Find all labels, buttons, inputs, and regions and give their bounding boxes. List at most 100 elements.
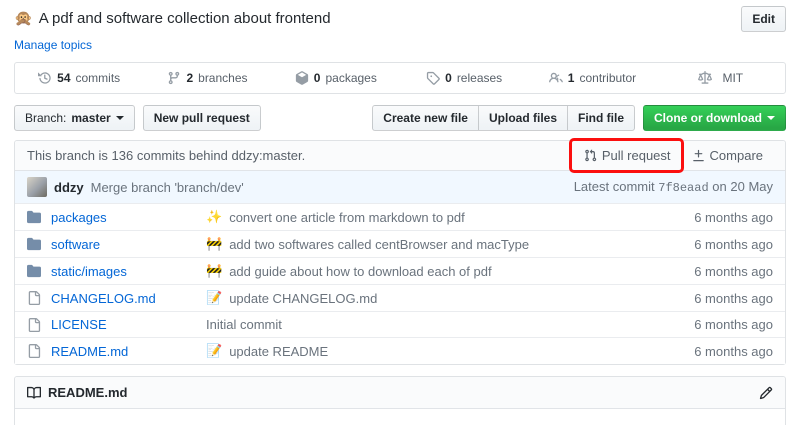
folder-icon	[27, 264, 51, 278]
sparkles-emoji-icon: ✨	[206, 209, 222, 225]
stat-packages[interactable]: 0 packages	[272, 63, 400, 93]
file-age: 6 months ago	[653, 210, 773, 225]
new-pull-request-button[interactable]: New pull request	[143, 105, 261, 131]
file-row: software 🚧 add two softwares called cent…	[15, 230, 785, 257]
caret-down-icon	[116, 116, 124, 124]
repo-page: 🙊 A pdf and software collection about fr…	[0, 0, 800, 425]
toolbar-right: Create new file Upload files Find file C…	[372, 105, 786, 131]
file-commit-message-link[interactable]: add guide about how to download each of …	[229, 264, 491, 279]
stat-contributors[interactable]: 1 contributor	[528, 63, 656, 93]
stat-releases[interactable]: 0 releases	[400, 63, 528, 93]
repo-stats-bar: 54 commits 2 branches 0 packages 0 relea…	[14, 62, 786, 94]
pull-request-link[interactable]: Pull request	[574, 148, 681, 163]
construction-emoji-icon: 🚧	[206, 236, 222, 252]
readme-header: README.md	[15, 377, 785, 409]
latest-commit-meta: Latest commit 7f8eaad on 20 May	[574, 179, 773, 195]
stat-label: contributor	[579, 71, 636, 85]
clone-or-download-label: Clone or download	[654, 109, 762, 127]
find-file-button[interactable]: Find file	[567, 105, 635, 131]
stat-label: packages	[325, 71, 376, 85]
file-commit-message-link[interactable]: convert one article from markdown to pdf	[229, 210, 465, 225]
file-name-link[interactable]: packages	[51, 210, 107, 225]
file-actions-group: Create new file Upload files Find file	[372, 105, 635, 131]
stat-label: commits	[76, 71, 121, 85]
repo-header: 🙊 A pdf and software collection about fr…	[14, 6, 786, 32]
construction-emoji-icon: 🚧	[206, 263, 222, 279]
file-commit-message-link[interactable]: update README	[229, 344, 328, 359]
file-commit-message: Initial commit	[206, 317, 282, 332]
file-age: 6 months ago	[653, 291, 773, 306]
file-row: packages ✨ convert one article from mark…	[15, 203, 785, 230]
file-name-link[interactable]: LICENSE	[51, 317, 107, 332]
people-icon	[549, 71, 563, 85]
git-pull-request-icon	[584, 149, 597, 162]
file-icon	[27, 344, 51, 358]
repo-description-text: A pdf and software collection about fron…	[39, 10, 331, 27]
manage-topics-link[interactable]: Manage topics	[14, 38, 92, 52]
file-icon	[27, 318, 51, 332]
latest-commit-summary: ddzy Merge branch 'branch/dev'	[27, 177, 244, 197]
file-age: 6 months ago	[653, 317, 773, 332]
monkey-emoji-icon: 🙊	[14, 9, 33, 27]
folder-icon	[27, 210, 51, 224]
git-branch-icon	[167, 71, 181, 85]
folder-icon	[27, 237, 51, 251]
memo-emoji-icon: 📝	[206, 343, 222, 359]
diff-icon	[692, 149, 705, 162]
branch-behind-text: This branch is 136 commits behind ddzy:m…	[27, 148, 305, 163]
readme-content	[15, 409, 785, 425]
file-age: 6 months ago	[653, 344, 773, 359]
branch-infobar-links: Pull request Compare	[574, 148, 773, 163]
file-name-link[interactable]: software	[51, 237, 100, 252]
upload-files-button[interactable]: Upload files	[478, 105, 568, 131]
readme-title: README.md	[48, 385, 127, 400]
pencil-icon[interactable]	[759, 386, 773, 400]
clone-or-download-button[interactable]: Clone or download	[643, 105, 786, 131]
branch-name: master	[71, 109, 110, 127]
latest-commit-bar: ddzy Merge branch 'branch/dev' Latest co…	[15, 171, 785, 203]
stat-count: 0	[445, 71, 452, 85]
package-icon	[295, 71, 309, 85]
toolbar-left: Branch: master New pull request	[14, 105, 261, 131]
create-new-file-button[interactable]: Create new file	[372, 105, 479, 131]
commit-author-link[interactable]: ddzy	[54, 180, 84, 195]
commit-sha-link[interactable]: 7f8eaad	[658, 181, 708, 195]
repo-toolbar: Branch: master New pull request Create n…	[14, 105, 786, 131]
stat-commits[interactable]: 54 commits	[15, 63, 143, 93]
edit-button[interactable]: Edit	[741, 6, 786, 32]
file-age: 6 months ago	[653, 237, 773, 252]
law-icon	[698, 71, 712, 85]
file-row: CHANGELOG.md 📝 update CHANGELOG.md 6 mon…	[15, 284, 785, 311]
stat-label: branches	[198, 71, 247, 85]
file-commit-message-link[interactable]: update CHANGELOG.md	[229, 291, 377, 306]
file-name-link[interactable]: README.md	[51, 344, 128, 359]
stat-count: 1	[568, 71, 575, 85]
stat-license[interactable]: MIT	[657, 63, 785, 93]
memo-emoji-icon: 📝	[206, 290, 222, 306]
stat-label: releases	[457, 71, 502, 85]
compare-link[interactable]: Compare	[681, 148, 773, 163]
branch-label: Branch:	[25, 109, 66, 127]
stat-count: 54	[57, 71, 70, 85]
commit-author-avatar[interactable]	[27, 177, 47, 197]
latest-commit-label: Latest commit	[574, 179, 655, 194]
file-icon	[27, 291, 51, 305]
stat-branches[interactable]: 2 branches	[143, 63, 271, 93]
commit-date: on 20 May	[712, 179, 773, 194]
repo-description: 🙊 A pdf and software collection about fr…	[14, 6, 331, 27]
file-commit-message-link[interactable]: add two softwares called centBrowser and…	[229, 237, 529, 252]
tag-icon	[426, 71, 440, 85]
file-browser-box: This branch is 136 commits behind ddzy:m…	[14, 140, 786, 365]
commit-message-link[interactable]: Merge branch 'branch/dev'	[91, 180, 244, 195]
branch-infobar: This branch is 136 commits behind ddzy:m…	[15, 141, 785, 171]
file-row: README.md 📝 update README 6 months ago	[15, 337, 785, 364]
file-name-link[interactable]: static/images	[51, 264, 127, 279]
compare-label: Compare	[710, 148, 763, 163]
readme-box: README.md	[14, 376, 786, 425]
stat-label: MIT	[722, 71, 743, 85]
file-row: LICENSE Initial commit 6 months ago	[15, 311, 785, 337]
stat-count: 0	[314, 71, 321, 85]
file-name-link[interactable]: CHANGELOG.md	[51, 291, 156, 306]
file-age: 6 months ago	[653, 264, 773, 279]
branch-select-button[interactable]: Branch: master	[14, 105, 135, 131]
